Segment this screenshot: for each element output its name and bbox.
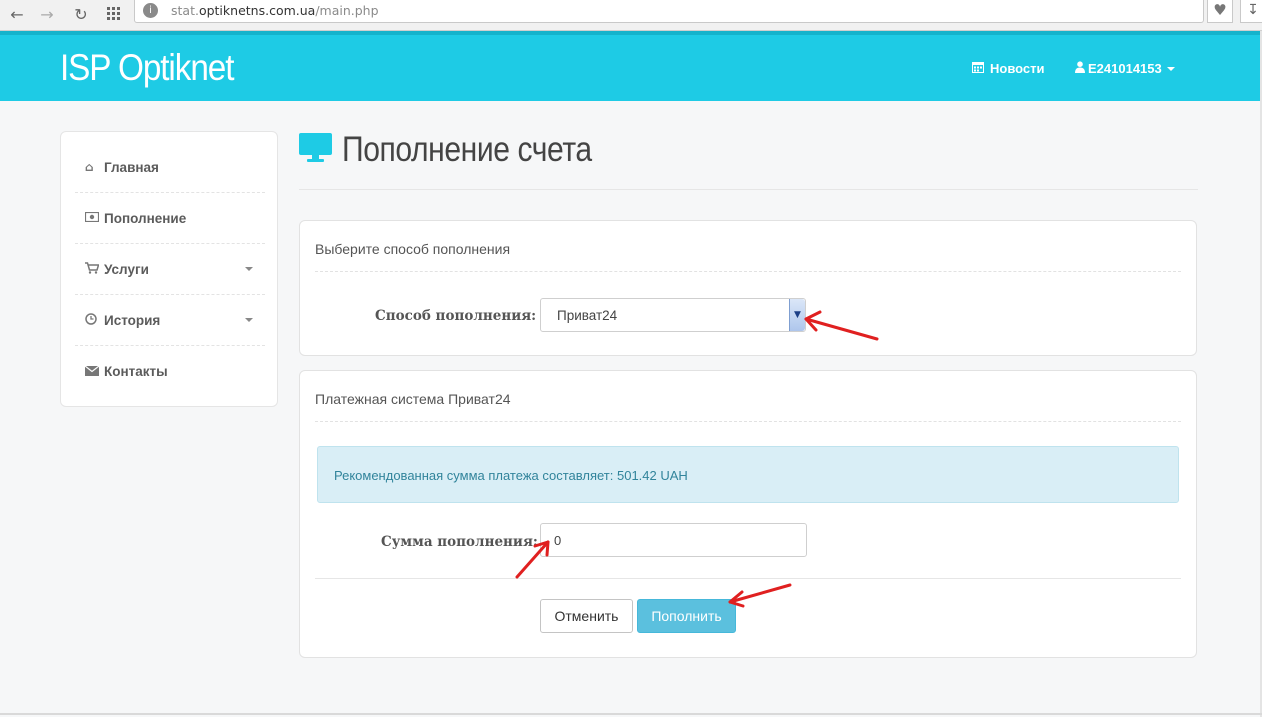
- info-alert: Рекомендованная сумма платежа составляет…: [317, 446, 1179, 503]
- forward-arrow-icon[interactable]: →: [36, 3, 58, 25]
- clock-icon: [85, 312, 101, 328]
- monitor-icon: [299, 133, 332, 167]
- user-icon: [1075, 61, 1085, 76]
- sidebar-item-contacts[interactable]: Контакты: [75, 346, 265, 397]
- heart-icon[interactable]: ♥: [1207, 0, 1233, 23]
- panel-heading: Платежная система Приват24: [315, 391, 511, 407]
- envelope-icon: [84, 365, 101, 379]
- browser-toolbar: ← → ↻ i stat.optiknetns.com.ua/main.php …: [0, 0, 1262, 31]
- divider: [315, 271, 1181, 272]
- sidebar-item-label: Главная: [104, 159, 159, 175]
- submit-topup-button[interactable]: Пополнить: [637, 599, 736, 633]
- apps-grid-icon[interactable]: [103, 3, 125, 25]
- download-icon[interactable]: ↧: [1240, 0, 1262, 23]
- reload-icon[interactable]: ↻: [70, 3, 92, 25]
- sidebar-item-label: Пополнение: [104, 210, 187, 226]
- news-link[interactable]: Новости: [972, 61, 1045, 76]
- sidebar-item-history[interactable]: История: [75, 295, 265, 346]
- chevron-down-icon: [245, 267, 253, 271]
- user-label: E241014153: [1088, 61, 1162, 76]
- money-icon: [84, 211, 101, 225]
- cart-icon: [85, 261, 101, 277]
- sidebar-item-topup[interactable]: Пополнение: [75, 193, 265, 244]
- payment-method-select[interactable]: Приват24 ▼: [540, 298, 806, 332]
- calendar-icon: [972, 61, 984, 76]
- chevron-down-icon: [245, 318, 253, 322]
- page-title: Пополнение счета: [342, 130, 592, 169]
- sidebar-item-label: Контакты: [104, 364, 168, 379]
- amount-value: 0: [554, 533, 562, 548]
- payment-method-label: Способ пополнения:: [375, 308, 537, 324]
- divider: [299, 189, 1198, 190]
- chevron-down-icon[interactable]: ▼: [789, 299, 805, 331]
- divider: [315, 578, 1181, 579]
- sidebar-item-label: Услуги: [104, 261, 149, 277]
- panel-heading: Выберите способ пополнения: [315, 241, 511, 257]
- window-edge: [0, 713, 1262, 715]
- home-icon: ⌂: [85, 160, 94, 174]
- payment-method-panel: Выберите способ пополнения Способ пополн…: [299, 220, 1197, 356]
- sidebar-item-services[interactable]: Услуги: [75, 244, 265, 295]
- divider: [315, 421, 1181, 422]
- sidebar-item-home[interactable]: ⌂ Главная: [75, 142, 265, 193]
- amount-label: Сумма пополнения:: [381, 534, 538, 550]
- top-navbar: ISP Optiknet Новости E241014153: [0, 31, 1260, 101]
- cancel-button[interactable]: Отменить: [540, 599, 633, 633]
- url-text: stat.optiknetns.com.ua/main.php: [171, 3, 379, 18]
- page-header: Пополнение счета: [299, 130, 632, 170]
- payment-system-panel: Платежная система Приват24 Рекомендованн…: [299, 370, 1197, 658]
- address-bar[interactable]: i stat.optiknetns.com.ua/main.php: [134, 0, 1204, 23]
- sidebar-item-label: История: [104, 312, 161, 328]
- recommended-amount-text: Рекомендованная сумма платежа составляет…: [334, 468, 688, 483]
- user-menu[interactable]: E241014153: [1075, 61, 1175, 76]
- brand-logo[interactable]: ISP Optiknet: [60, 47, 234, 89]
- news-label: Новости: [990, 61, 1045, 76]
- payment-method-value: Приват24: [557, 308, 618, 323]
- amount-input[interactable]: 0: [540, 523, 807, 557]
- chevron-down-icon: [1166, 66, 1175, 71]
- site-info-icon[interactable]: i: [143, 3, 158, 18]
- back-arrow-icon[interactable]: ←: [6, 3, 28, 25]
- sidebar: ⌂ Главная Пополнение Услуги История Конт…: [60, 131, 278, 407]
